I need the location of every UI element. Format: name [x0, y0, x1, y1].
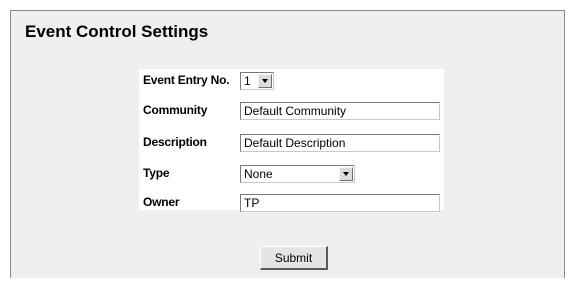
chevron-down-icon[interactable] [339, 167, 353, 181]
owner-row: Owner [139, 191, 444, 214]
page-title: Event Control Settings [25, 22, 209, 41]
event-entry-label: Event Entry No. [143, 73, 230, 87]
event-entry-select[interactable]: 1 [240, 72, 274, 90]
description-input[interactable] [240, 134, 440, 152]
event-entry-value: 1 [244, 74, 251, 88]
type-value: None [244, 167, 273, 181]
description-label: Description [143, 135, 207, 149]
community-input[interactable] [240, 102, 440, 120]
event-control-form: Event Entry No. 1 Community Description … [139, 69, 444, 212]
chevron-down-icon[interactable] [258, 74, 272, 88]
community-label: Community [143, 103, 208, 117]
description-row: Description [139, 131, 444, 154]
community-row: Community [139, 99, 444, 122]
type-select[interactable]: None [240, 165, 355, 183]
submit-button[interactable]: Submit [260, 246, 328, 270]
owner-input[interactable] [240, 194, 440, 212]
type-label: Type [143, 166, 170, 180]
owner-label: Owner [143, 195, 180, 209]
type-row: Type None [139, 162, 444, 185]
event-entry-row: Event Entry No. 1 [139, 69, 444, 92]
